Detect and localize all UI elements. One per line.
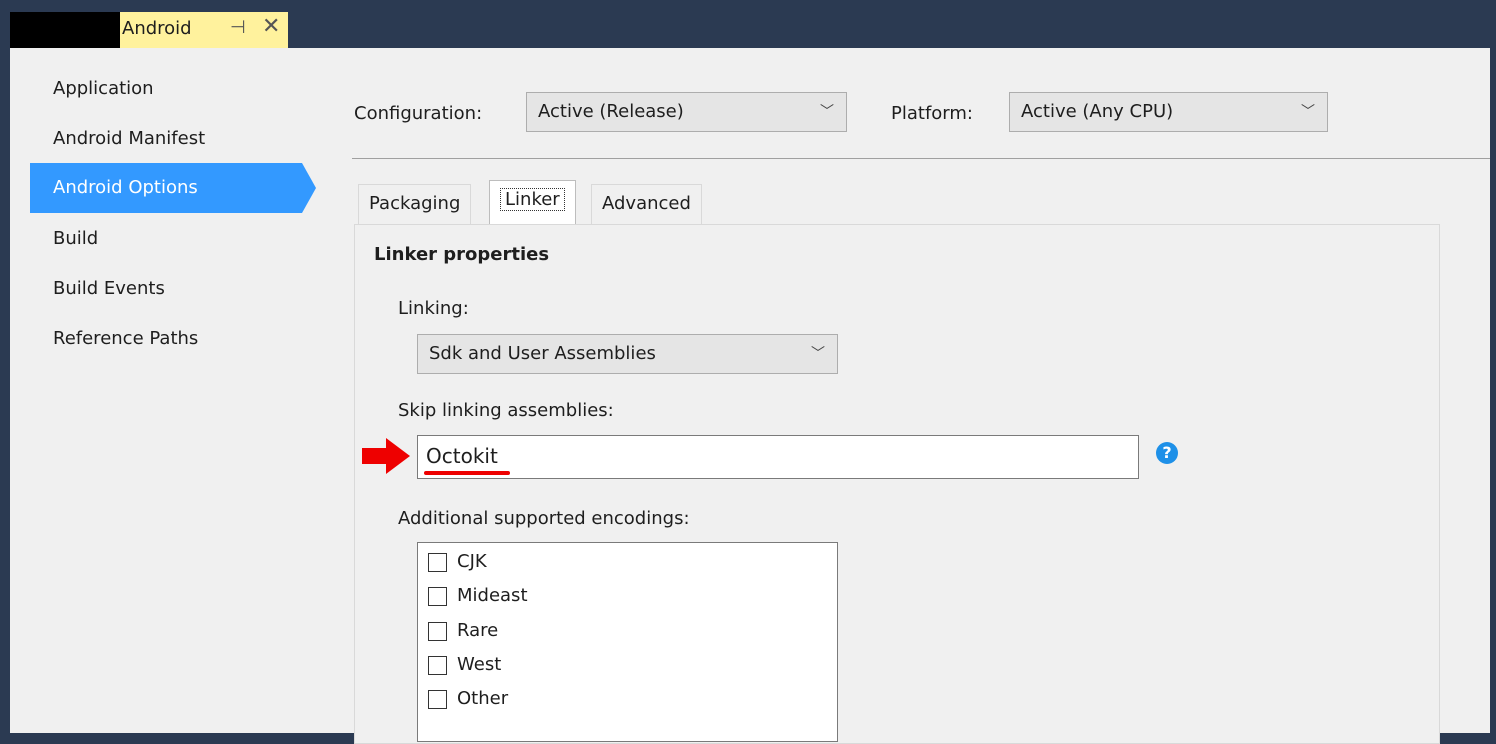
active-item-pointer: [302, 163, 316, 213]
tab-linker-label: Linker: [500, 188, 565, 211]
sidebar-item-android-options[interactable]: Android Options: [30, 163, 302, 213]
document-tab[interactable]: Android ⊣ ✕: [10, 12, 288, 48]
red-underline-annotation: [424, 471, 510, 475]
skip-linking-label: Skip linking assemblies:: [398, 400, 614, 421]
redacted-region: [10, 12, 120, 48]
checkbox[interactable]: [428, 552, 447, 572]
platform-label: Platform:: [891, 103, 973, 124]
skip-linking-value: Octokit: [426, 444, 498, 468]
configuration-label: Configuration:: [354, 103, 483, 124]
divider: [352, 158, 1490, 159]
encoding-label: Rare: [457, 620, 499, 641]
encoding-item-mideast[interactable]: Mideast: [428, 579, 528, 613]
tab-linker[interactable]: Linker: [489, 180, 576, 224]
sidebar-item-application[interactable]: Application: [30, 64, 302, 114]
skip-linking-input[interactable]: Octokit: [417, 435, 1139, 479]
encodings-label: Additional supported encodings:: [398, 508, 690, 529]
encodings-listbox[interactable]: CJK Mideast Rare West Other: [417, 542, 838, 742]
platform-dropdown[interactable]: Active (Any CPU) ﹀: [1009, 92, 1328, 132]
encoding-item-rare[interactable]: Rare: [428, 614, 498, 648]
encoding-item-other[interactable]: Other: [428, 682, 508, 716]
configuration-dropdown[interactable]: Active (Release) ﹀: [526, 92, 847, 132]
sidebar-item-build-events[interactable]: Build Events: [30, 264, 302, 314]
checkbox[interactable]: [428, 586, 447, 606]
encoding-item-cjk[interactable]: CJK: [428, 545, 487, 579]
checkbox[interactable]: [428, 621, 447, 641]
pin-icon[interactable]: ⊣: [230, 17, 246, 38]
tab-packaging[interactable]: Packaging: [358, 184, 472, 224]
chevron-down-icon: ﹀: [820, 104, 834, 120]
linking-dropdown[interactable]: Sdk and User Assemblies ﹀: [417, 334, 838, 374]
configuration-value: Active (Release): [538, 101, 684, 122]
sidebar-item-build[interactable]: Build: [30, 214, 302, 264]
sidebar-item-android-manifest[interactable]: Android Manifest: [30, 114, 302, 164]
encoding-label: Mideast: [457, 585, 528, 606]
encoding-label: Other: [457, 688, 509, 709]
properties-page: Application Android Manifest Android Opt…: [10, 48, 1490, 744]
sidebar-item-reference-paths[interactable]: Reference Paths: [30, 314, 302, 364]
checkbox[interactable]: [428, 689, 447, 709]
tab-advanced-label: Advanced: [602, 193, 691, 214]
help-icon[interactable]: ?: [1156, 442, 1178, 464]
platform-value: Active (Any CPU): [1021, 101, 1174, 122]
section-title: Linker properties: [374, 244, 550, 265]
title-bar: Android ⊣ ✕: [0, 0, 1496, 48]
checkbox[interactable]: [428, 655, 447, 675]
encoding-label: CJK: [457, 551, 487, 572]
chevron-down-icon: ﹀: [811, 346, 825, 362]
encoding-label: West: [457, 654, 502, 675]
tab-advanced[interactable]: Advanced: [591, 184, 702, 224]
red-arrow-icon: [362, 438, 410, 474]
close-icon[interactable]: ✕: [262, 14, 280, 39]
encoding-item-west[interactable]: West: [428, 648, 501, 682]
linking-value: Sdk and User Assemblies: [429, 343, 656, 364]
linking-label: Linking:: [398, 298, 469, 319]
document-tab-title: Android: [122, 18, 192, 39]
chevron-down-icon: ﹀: [1301, 104, 1315, 120]
tab-packaging-label: Packaging: [369, 193, 461, 214]
